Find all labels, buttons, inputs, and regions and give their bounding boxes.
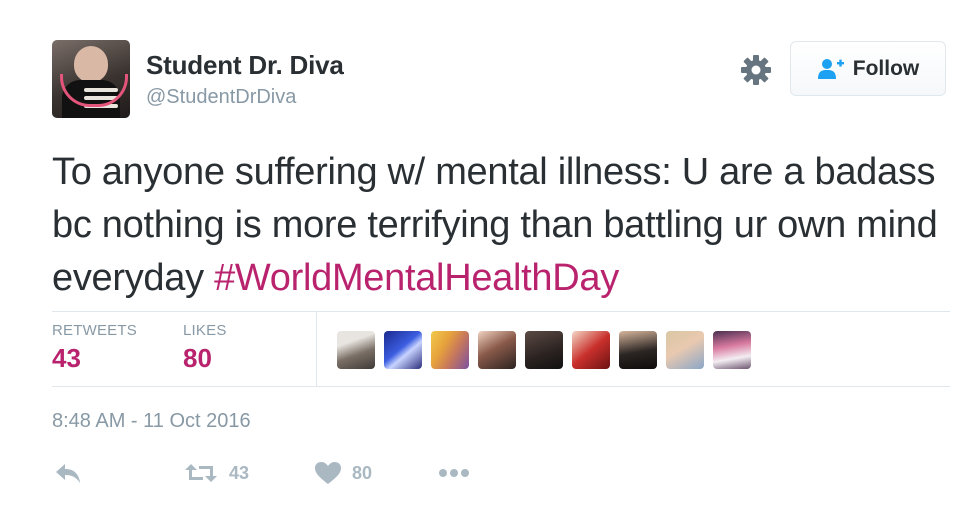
reply-icon [56, 464, 80, 483]
liker-avatar[interactable] [666, 331, 704, 369]
liker-avatar[interactable] [713, 331, 751, 369]
likes-label: LIKES [183, 322, 227, 339]
retweet-button[interactable]: 43 [183, 458, 249, 488]
retweets-label: RETWEETS [52, 322, 137, 339]
follow-user-icon [817, 58, 844, 79]
author-avatar[interactable] [52, 40, 130, 118]
liker-avatar[interactable] [478, 331, 516, 369]
like-button[interactable]: 80 [314, 458, 372, 488]
tweet-timestamp[interactable]: 8:48 AM - 11 Oct 2016 [52, 410, 251, 433]
retweets-stat[interactable]: RETWEETS 43 [52, 322, 137, 374]
likes-stat[interactable]: LIKES 80 [183, 322, 227, 374]
retweets-count: 43 [52, 343, 81, 373]
reply-button[interactable] [54, 458, 82, 488]
stats-divider-vertical [316, 312, 317, 386]
likes-count: 80 [183, 343, 212, 373]
author-handle[interactable]: @StudentDrDiva [146, 86, 296, 109]
stats-divider-bottom [52, 386, 950, 387]
heart-icon [315, 462, 341, 484]
liker-avatar[interactable] [431, 331, 469, 369]
gear-icon[interactable] [740, 54, 772, 86]
stats-divider-top [52, 311, 950, 312]
more-button[interactable] [438, 458, 470, 488]
tweet-text: To anyone suffering w/ mental illness: U… [52, 146, 952, 305]
liker-avatar[interactable] [384, 331, 422, 369]
liker-avatar[interactable] [525, 331, 563, 369]
retweet-count: 43 [229, 462, 250, 483]
follow-label: Follow [852, 56, 920, 80]
liker-avatars [337, 331, 751, 369]
liker-avatar[interactable] [619, 331, 657, 369]
like-count: 80 [352, 462, 373, 483]
hashtag-link[interactable]: #WorldMentalHealthDay [214, 257, 619, 299]
follow-button[interactable]: Follow [790, 41, 946, 96]
retweet-icon [185, 464, 217, 482]
liker-avatar[interactable] [572, 331, 610, 369]
author-display-name[interactable]: Student Dr. Diva [146, 50, 344, 81]
liker-avatar[interactable] [337, 331, 375, 369]
more-icon [439, 469, 469, 477]
